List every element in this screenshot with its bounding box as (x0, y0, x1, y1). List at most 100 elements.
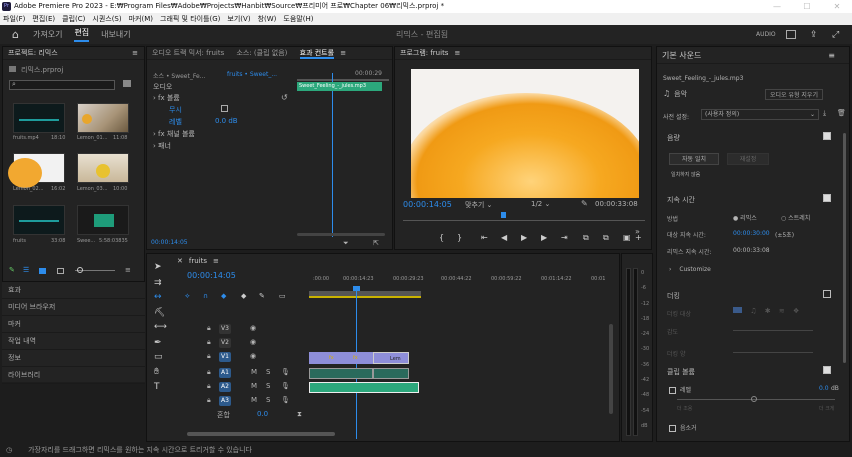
timeline-timecode[interactable]: 00:00:14:05 (187, 271, 236, 280)
thumbnail-lemon-03[interactable] (77, 153, 129, 183)
new-bin-icon[interactable] (123, 80, 131, 87)
panel-menu-icon[interactable]: ≡ (213, 257, 219, 265)
mute-icon[interactable]: M (251, 396, 257, 404)
tab-edit[interactable]: 편집 (74, 27, 90, 42)
menu-edit[interactable]: 편집(E) (32, 13, 55, 25)
delete-preset-icon[interactable]: 🗑︎ (837, 109, 846, 117)
panel-markers[interactable]: 마커 (2, 316, 145, 333)
freeform-view-icon[interactable] (57, 268, 64, 274)
mic-icon[interactable]: 🎙︎ (281, 382, 290, 390)
menu-graphics[interactable]: 그래픽 및 타이틀(G) (160, 13, 220, 25)
video-clip-lemon-02[interactable]: fx (349, 352, 373, 364)
audio-workspace-label[interactable]: AUDIO (756, 31, 776, 38)
selection-tool-icon[interactable]: ➤ (154, 262, 162, 272)
tab-export[interactable]: 내보내기 (101, 29, 130, 40)
mic-icon[interactable]: 🎙︎ (281, 368, 290, 376)
menu-sequence[interactable]: 시퀀스(S) (92, 13, 121, 25)
program-timecode[interactable]: 00:00:14:05 (403, 200, 452, 209)
snap-icon[interactable]: ⟡ (185, 292, 190, 301)
lock-icon[interactable]: 🔒︎ (207, 368, 211, 377)
slip-tool-icon[interactable]: ⟷ (154, 322, 167, 332)
share-icon[interactable]: ⇪ (810, 30, 818, 40)
video-clip-lemon[interactable]: Lem (373, 352, 409, 364)
thumbnail-lemon-02[interactable] (8, 153, 65, 188)
play-icon[interactable]: ▶ (521, 233, 527, 242)
hand-tool-icon[interactable]: ✋︎ (154, 367, 159, 377)
ducking-amount-slider[interactable] (733, 352, 813, 353)
track-target-v2[interactable]: V2 (219, 338, 231, 348)
mute-icon[interactable]: M (251, 368, 257, 376)
export-frame-icon[interactable]: ▣ (623, 233, 631, 242)
track-target-v1[interactable]: V1 (219, 352, 231, 362)
level-value[interactable]: 0.0 dB (215, 117, 238, 125)
quality-select[interactable]: 1/2 ⌄ (531, 200, 550, 208)
step-forward-icon[interactable]: ▶ (541, 233, 547, 242)
auto-match-button[interactable]: 자동 일치 (669, 153, 719, 165)
lock-icon[interactable]: 🔒︎ (207, 396, 211, 405)
lock-icon[interactable]: 🔒︎ (207, 382, 211, 391)
program-video-frame[interactable] (411, 69, 639, 198)
reset-button[interactable]: 재설정 (727, 153, 769, 165)
lock-icon[interactable]: 🔒︎ (207, 324, 211, 333)
thumbnail-sweet-audio[interactable] (77, 205, 129, 235)
thumbnail-fruits-mp4[interactable] (13, 103, 65, 133)
menu-help[interactable]: 도움말(H) (283, 13, 313, 25)
ambience-icon[interactable]: ≋ (779, 307, 785, 315)
fit-select[interactable]: 맞추기 ⌄ (465, 200, 492, 210)
menu-view[interactable]: 보기(V) (227, 13, 250, 25)
marker-icon[interactable]: ◆ (241, 292, 246, 300)
type-tool-icon[interactable]: T (154, 382, 160, 392)
captions-icon[interactable]: ▭ (279, 292, 286, 300)
track-target-a1[interactable]: A1 (219, 368, 231, 378)
target-duration-value[interactable]: 00:00:30:00 (733, 230, 770, 237)
method-remix-radio[interactable]: ● 리믹스 (733, 213, 757, 222)
audio-clip-a1-2[interactable] (373, 368, 409, 379)
mark-in-icon[interactable]: { (439, 233, 444, 242)
step-back-icon[interactable]: ◀ (501, 233, 507, 242)
ducking-checkbox[interactable] (823, 290, 831, 298)
panel-menu-icon[interactable]: ≡ (828, 47, 835, 64)
maximize-button[interactable]: ☐ (792, 0, 822, 13)
quick-export-icon[interactable] (786, 30, 796, 39)
level-slider-handle[interactable] (751, 396, 757, 402)
ec-export-icon[interactable]: ⇱ (373, 239, 379, 247)
eye-icon[interactable]: ◉ (250, 352, 256, 360)
list-view-icon[interactable]: ☰ (23, 266, 29, 274)
sequence-crumb[interactable]: fruits • Sweet_... (227, 71, 277, 78)
program-settings-icon[interactable]: » (635, 227, 640, 236)
panel-media-browser[interactable]: 미디어 브라우저 (2, 299, 145, 316)
solo-icon[interactable]: S (266, 368, 270, 376)
ripple-edit-tool-icon[interactable]: ↔ (154, 292, 162, 302)
menu-window[interactable]: 창(W) (258, 13, 277, 25)
fullscreen-icon[interactable]: ⤢ (832, 30, 839, 40)
mute-icon[interactable]: M (251, 382, 257, 390)
panel-libraries[interactable]: 라이브러리 (2, 367, 145, 384)
bypass-checkbox[interactable] (221, 105, 228, 112)
timeline-horizontal-scrollbar[interactable] (187, 432, 335, 436)
program-scrubber[interactable] (403, 215, 645, 221)
clip-volume-checkbox[interactable] (823, 366, 831, 374)
clear-type-button[interactable]: 오디오 유형 지우기 (765, 89, 823, 100)
save-preset-icon[interactable]: ⤓ (823, 109, 826, 118)
minimize-button[interactable]: — (762, 0, 792, 13)
ec-filter-icon[interactable]: ⏷ (343, 239, 349, 248)
pen-tool-icon[interactable]: ✒ (154, 338, 162, 348)
volume-checkbox[interactable] (823, 132, 831, 140)
track-select-tool-icon[interactable]: ⇉ (154, 278, 162, 288)
ec-clip-bar[interactable]: Sweet_Feeling_-_jules.mp3 (297, 82, 382, 91)
source-crumb[interactable]: 소스 • Sweet_Fe... (153, 71, 205, 80)
lock-icon[interactable]: 🔒︎ (207, 352, 211, 361)
sensitivity-slider[interactable] (733, 330, 813, 331)
method-stretch-radio[interactable]: ○ 스트레치 (781, 213, 810, 222)
tab-effect-controls[interactable]: 효과 컨트롤 (299, 49, 335, 59)
go-to-out-icon[interactable]: ⇥ (561, 233, 568, 242)
audio-clip-a1-1[interactable] (309, 368, 373, 379)
ec-playhead[interactable] (332, 73, 333, 237)
dialogue-icon[interactable] (733, 307, 742, 313)
music-icon[interactable]: ♫ (750, 307, 756, 315)
eye-icon[interactable]: ◉ (250, 338, 256, 346)
panel-info[interactable]: 정보 (2, 350, 145, 367)
master-value[interactable]: 0.0 (257, 410, 268, 418)
menu-file[interactable]: 파일(F) (3, 13, 25, 25)
preset-select[interactable]: (사용자 정의) ⌄ (701, 109, 819, 120)
